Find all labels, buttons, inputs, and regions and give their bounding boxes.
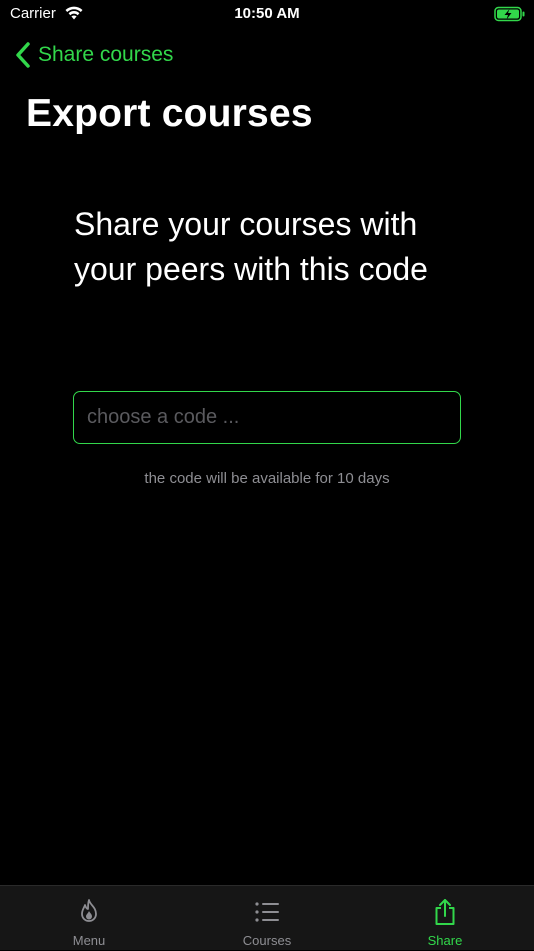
list-icon [255, 902, 279, 922]
tab-bar: Menu Courses Share [0, 885, 534, 950]
tab-courses[interactable]: Courses [178, 886, 356, 951]
status-time: 10:50 AM [234, 5, 300, 22]
status-bar: Carrier 10:50 AM [0, 0, 534, 30]
headline-line-1: Share your courses with [74, 206, 418, 242]
headline-line-2: your peers with this code [74, 251, 428, 287]
tab-share-label: Share [427, 933, 463, 948]
tab-share[interactable]: Share [356, 886, 534, 951]
flame-icon [81, 899, 97, 922]
battery-charging-icon [494, 6, 525, 22]
tab-menu[interactable]: Menu [0, 886, 178, 951]
back-button[interactable]: Share courses [14, 40, 173, 70]
code-input[interactable] [73, 391, 461, 444]
page-title: Export courses [26, 92, 313, 135]
chevron-left-icon [16, 42, 30, 68]
headline: Share your courses with your peers with … [74, 202, 494, 292]
tab-menu-label: Menu [72, 933, 106, 948]
tab-courses-label: Courses [242, 933, 292, 948]
share-icon [435, 899, 455, 925]
availability-hint: the code will be available for 10 days [144, 470, 390, 487]
back-button-label: Share courses [38, 43, 174, 66]
